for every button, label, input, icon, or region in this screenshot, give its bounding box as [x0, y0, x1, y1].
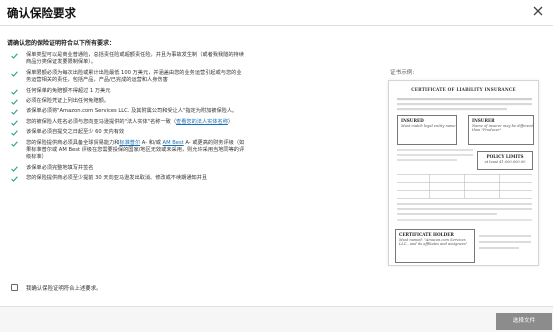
holder-heading: CERTIFICATE HOLDER: [399, 232, 454, 237]
close-icon[interactable]: [532, 5, 544, 17]
requirement-item: 保单类型可以是商业普通险，总括责任险或超额责任险，并且为事故发生制（或者我我隧的…: [11, 52, 246, 67]
policy-limits-note: at least $1,000,000.00: [484, 160, 526, 164]
placeholder-grid-line: [397, 198, 532, 199]
placeholder-line: [397, 203, 532, 205]
placeholder-grid-line: [464, 174, 465, 198]
requirement-text: 保单限额必须为每次出险或累计出险最低 100 万美元，并涵盖由您的业务运营引起或…: [26, 69, 242, 84]
requirements-intro: 请确认您的保险证明符合以下所有要求：: [7, 40, 116, 47]
requirement-link[interactable]: 查看您的法人实体名称: [176, 119, 228, 125]
confirm-checkbox[interactable]: [11, 284, 18, 291]
check-icon: [11, 176, 18, 183]
placeholder-line: [397, 213, 497, 215]
requirement-item: 保单限额必须为每次出险或累计出险最低 100 万美元，并涵盖由您的业务运营引起或…: [11, 70, 246, 85]
example-label: 证书示例:: [390, 70, 415, 76]
requirement-item: 该保单必须自提交之日起至少 60 天内有效: [11, 129, 246, 137]
check-icon: [11, 99, 18, 105]
requirement-text: 任何保单的免赔额不得超过 1 万美元: [26, 87, 111, 94]
confirm-label: 我确认保险证明符合上述要求。: [26, 286, 102, 292]
placeholder-line: [479, 241, 531, 243]
policy-limits-heading: POLICY LIMITS: [486, 154, 524, 159]
requirement-link[interactable]: AM Best: [163, 140, 184, 146]
placeholder-line: [479, 247, 519, 249]
dialog-header: 确认保险要求: [0, 0, 553, 26]
certificate-example: CERTIFICATE OF LIABILITY INSURANCE INSUR…: [388, 80, 539, 266]
requirement-text: 必须在保险凭证上列出任何免赔额。: [26, 98, 110, 105]
placeholder-line: [397, 103, 532, 106]
requirement-text: 您的被保险人姓名必须与您向亚马逊提供的"法人实体"名称一致（: [26, 118, 177, 125]
check-icon: [11, 130, 18, 137]
insured-box: INSURED Must match legal entity name: [397, 115, 457, 145]
certificate-holder-box: CERTIFICATE HOLDER Must named: "Amazon.c…: [395, 229, 475, 263]
requirement-text: A- 和/或: [140, 139, 163, 146]
requirement-item: 您的被保险人姓名必须与您向亚马逊提供的"法人实体"名称一致（查看您的法人实体名称…: [11, 119, 246, 126]
policy-limits-box: POLICY LIMITS at least $1,000,000.00: [477, 151, 533, 170]
requirements-list: 保单类型可以是商业普通险，总括责任险或超额责任险，并且为事故发生制（或者我我隧的…: [11, 52, 246, 186]
insured-note: Must match legal entity name: [401, 124, 456, 128]
requirement-text: 该保单必须将"Amazon.com Services LLC. 及其附属公司和受…: [26, 108, 238, 115]
check-icon: [11, 89, 18, 95]
requirement-item: 该保单必须将"Amazon.com Services LLC. 及其附属公司和受…: [11, 108, 246, 116]
placeholder-line: [397, 149, 473, 151]
check-icon: [11, 71, 18, 77]
certificate-title: CERTIFICATE OF LIABILITY INSURANCE: [411, 87, 516, 92]
placeholder-line: [479, 235, 531, 237]
check-icon: [11, 109, 18, 116]
placeholder-grid-line: [499, 174, 500, 198]
placeholder-line: [397, 219, 532, 221]
check-icon: [11, 166, 18, 172]
placeholder-line: [397, 108, 507, 111]
requirement-item: 您的保险提供商必须具备全球贸易能力和标准普尔 A- 和/或 AM Best A-…: [11, 140, 246, 162]
requirement-text: ）: [227, 118, 234, 125]
holder-note: Must named: "Amazon.com Services LLC., a…: [399, 238, 468, 247]
placeholder-line: [397, 154, 473, 156]
requirement-item: 该保单必须完整地填写并签名: [11, 165, 246, 172]
check-icon: [11, 141, 18, 147]
requirement-item: 必须在保险凭证上列出任何免赔额。: [11, 98, 246, 105]
placeholder-grid-line: [429, 174, 430, 198]
insurer-box: INSURER Name of insurer may be different…: [468, 115, 534, 145]
insurer-note: Name of insurer may be different than "P…: [472, 124, 533, 133]
dialog-title: 确认保险要求: [7, 6, 76, 20]
placeholder-line: [397, 98, 532, 101]
requirement-text: 该保单必须自提交之日起至少 60 天内有效: [26, 129, 125, 136]
requirement-item: 任何保单的免赔额不得超过 1 万美元: [11, 88, 246, 95]
insured-heading: INSURED: [401, 118, 424, 123]
requirement-text: 保单类型可以是商业普通险，总括责任险或超额责任险，并且为事故发生制（或者我我隧的…: [26, 52, 244, 66]
insurer-heading: INSURER: [472, 118, 495, 123]
placeholder-line: [397, 208, 532, 210]
requirement-text: 该保单必须完整地填写并签名: [26, 164, 94, 171]
requirement-text: 您的保险提供商必须至少提前 30 天向亚马逊发出取消、修改或不续期通知并且: [26, 175, 208, 182]
select-file-button[interactable]: 选择文件: [496, 313, 552, 330]
check-icon: [11, 120, 18, 126]
check-icon: [11, 53, 18, 59]
requirement-item: 您的保险提供商必须至少提前 30 天向亚马逊发出取消、修改或不续期通知并且: [11, 175, 246, 183]
requirement-link[interactable]: 标准普尔: [119, 140, 140, 146]
dialog-footer: [0, 306, 553, 332]
requirement-text: 您的保险提供商必须具备全球贸易能力和: [26, 139, 120, 146]
placeholder-line: [397, 159, 457, 161]
